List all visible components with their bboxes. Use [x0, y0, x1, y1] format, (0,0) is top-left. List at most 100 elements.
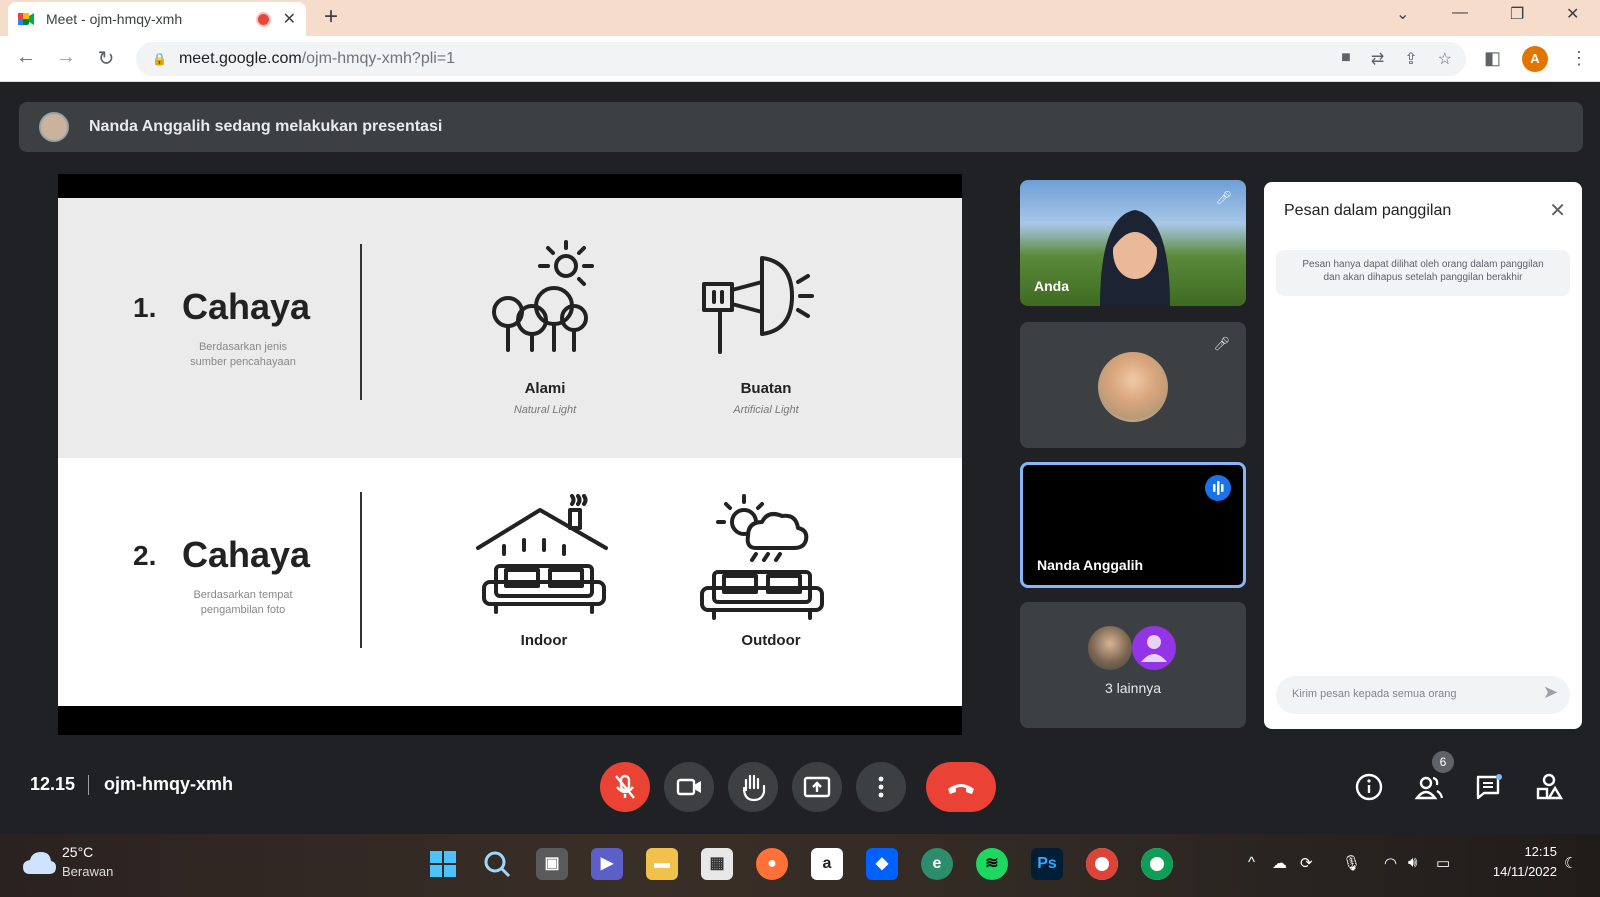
chrome-icon[interactable]: [1086, 848, 1118, 880]
notifications-icon[interactable]: ☾: [1564, 854, 1577, 872]
address-bar[interactable]: 🔒 meet.google.com/ojm-hmqy-xmh?pli=1 ■ ⇄…: [136, 42, 1466, 76]
close-icon[interactable]: ✕: [1549, 198, 1566, 223]
presenting-banner: Nanda Anggalih sedang melakukan presenta…: [19, 102, 1583, 152]
back-icon[interactable]: ←: [14, 46, 38, 69]
bookmark-star-icon[interactable]: ☆: [1438, 49, 1452, 69]
presentation-stage: 1. Cahaya Berdasarkan jenis sumber pencah…: [58, 174, 962, 735]
reload-icon[interactable]: ↻: [94, 46, 118, 71]
presenter-tile[interactable]: Nanda Anggalih: [1020, 462, 1246, 588]
tray-overflow-icon[interactable]: ^: [1248, 854, 1255, 871]
sync-icon[interactable]: ⟳: [1300, 854, 1313, 872]
people-button[interactable]: [1414, 772, 1444, 809]
self-video-tile[interactable]: 🎤︎ Anda: [1020, 180, 1246, 306]
chat-title: Pesan dalam panggilan: [1284, 202, 1452, 219]
camera-in-use-icon[interactable]: ■: [1341, 49, 1351, 69]
battery-icon[interactable]: ▭: [1436, 854, 1450, 872]
firefox-icon[interactable]: ●: [756, 848, 788, 880]
house-sofa-icon: [476, 494, 608, 614]
volume-icon[interactable]: 🔊︎: [1408, 854, 1417, 871]
more-options-button[interactable]: [856, 762, 906, 812]
chrome-profile-icon[interactable]: [1141, 848, 1173, 880]
browser-tab[interactable]: Meet - ojm-hmqy-xmh ✕: [8, 2, 306, 36]
meeting-time: 12.15: [30, 774, 76, 794]
alami-label: Alami: [524, 380, 566, 397]
weather-cloud-icon[interactable]: [22, 850, 56, 881]
people-icon: [1414, 776, 1444, 800]
send-icon[interactable]: ➤: [1543, 682, 1558, 703]
spotify-icon[interactable]: ≋: [976, 848, 1008, 880]
activities-icon: [1536, 773, 1564, 800]
meeting-details-button[interactable]: [1354, 772, 1384, 809]
microphone-icon[interactable]: 🎙︎: [1342, 854, 1361, 872]
slide: 1. Cahaya Berdasarkan jenis sumber pencah…: [58, 198, 962, 706]
new-tab-button[interactable]: +: [324, 4, 338, 30]
buatan-label: Buatan: [740, 380, 792, 397]
row-number: 2.: [133, 540, 157, 571]
menu-kebab-icon[interactable]: ⋮: [1570, 48, 1588, 69]
participant-avatar-icon: [1132, 626, 1176, 670]
weather-description: Berawan: [62, 864, 114, 879]
url-path: /ojm-hmqy-xmh?pli=1: [301, 50, 456, 67]
weather-sofa-icon: [700, 494, 824, 620]
chat-message-input[interactable]: Kirim pesan kepada semua orang: [1276, 676, 1570, 714]
profile-avatar[interactable]: A: [1522, 46, 1548, 72]
mic-toggle-button[interactable]: [600, 762, 650, 812]
wifi-icon[interactable]: ◠: [1384, 854, 1397, 872]
photoshop-icon[interactable]: Ps: [1031, 848, 1063, 880]
side-panel-icon[interactable]: ◧: [1484, 48, 1501, 69]
present-icon: [803, 776, 831, 798]
divider-line: [360, 244, 362, 400]
translate-icon[interactable]: ⇄: [1371, 49, 1384, 69]
divider: [88, 775, 89, 795]
row-title: Cahaya: [182, 534, 311, 575]
speaking-indicator-icon: [1205, 475, 1231, 501]
activities-button[interactable]: [1534, 772, 1564, 809]
others-count-label: 3 lainnya: [1104, 680, 1162, 696]
edge-icon[interactable]: e: [921, 848, 953, 880]
participant-avatar: [1088, 626, 1132, 670]
trees-sun-icon: [492, 240, 594, 352]
camera-toggle-button[interactable]: [664, 762, 714, 812]
indoor-label: Indoor: [520, 632, 568, 649]
taskbar-time[interactable]: 12:15: [1505, 844, 1557, 859]
amazon-icon[interactable]: a: [811, 848, 843, 880]
chat-button[interactable]: [1474, 772, 1504, 809]
address-bar-actions: ■ ⇄ ⇪ ☆: [1341, 49, 1452, 69]
participant-tile[interactable]: 🎤︎: [1020, 322, 1246, 448]
windows-taskbar: 25°C Berawan ▣ ▶ ▬ ▦ ● a ◆ e ≋ Ps ^ ☁ ⟳ …: [0, 834, 1600, 897]
onedrive-icon[interactable]: ☁: [1272, 854, 1287, 872]
leave-call-button[interactable]: [926, 762, 996, 812]
presenter-avatar: [39, 112, 69, 142]
present-screen-button[interactable]: [792, 762, 842, 812]
close-window-icon[interactable]: ✕: [1566, 4, 1579, 24]
raise-hand-button[interactable]: [728, 762, 778, 812]
chat-icon: [1476, 774, 1502, 800]
file-explorer-icon[interactable]: ▬: [646, 848, 678, 880]
forward-icon[interactable]: →: [54, 46, 78, 69]
hang-up-icon: [948, 784, 974, 794]
others-tile[interactable]: 3 lainnya: [1020, 602, 1246, 728]
windows-start-icon[interactable]: [427, 848, 459, 880]
chat-teams-icon[interactable]: ▶: [591, 848, 623, 880]
share-icon[interactable]: ⇪: [1404, 49, 1417, 69]
taskbar-date[interactable]: 14/11/2022: [1472, 864, 1557, 879]
microsoft-store-icon[interactable]: ▦: [701, 848, 733, 880]
minimize-icon[interactable]: —: [1452, 4, 1468, 22]
restore-icon[interactable]: ❐: [1510, 4, 1524, 24]
meeting-controls-bar: 12.15 ojm-hmqy-xmh 6: [0, 740, 1600, 834]
task-view-icon[interactable]: ▣: [536, 848, 568, 880]
row-title: Cahaya: [182, 286, 311, 327]
alami-sublabel: Natural Light: [513, 404, 577, 416]
people-count-badge: 6: [1432, 751, 1454, 773]
row-number: 1.: [133, 292, 157, 323]
info-icon: [1355, 773, 1383, 801]
tab-search-icon[interactable]: ⌄: [1396, 4, 1409, 24]
presenter-tile-name: Nanda Anggalih: [1037, 557, 1144, 573]
search-icon[interactable]: [481, 848, 513, 880]
outdoor-label: Outdoor: [741, 632, 801, 649]
dropbox-icon[interactable]: ◆: [866, 848, 898, 880]
camera-icon: [676, 778, 701, 796]
browser-tab-bar: Meet - ojm-hmqy-xmh ✕ + ⌄ — ❐ ✕: [0, 0, 1600, 36]
tab-close-icon[interactable]: ✕: [283, 9, 296, 29]
browser-toolbar: ← → ↻ 🔒 meet.google.com/ojm-hmqy-xmh?pli…: [0, 36, 1600, 82]
